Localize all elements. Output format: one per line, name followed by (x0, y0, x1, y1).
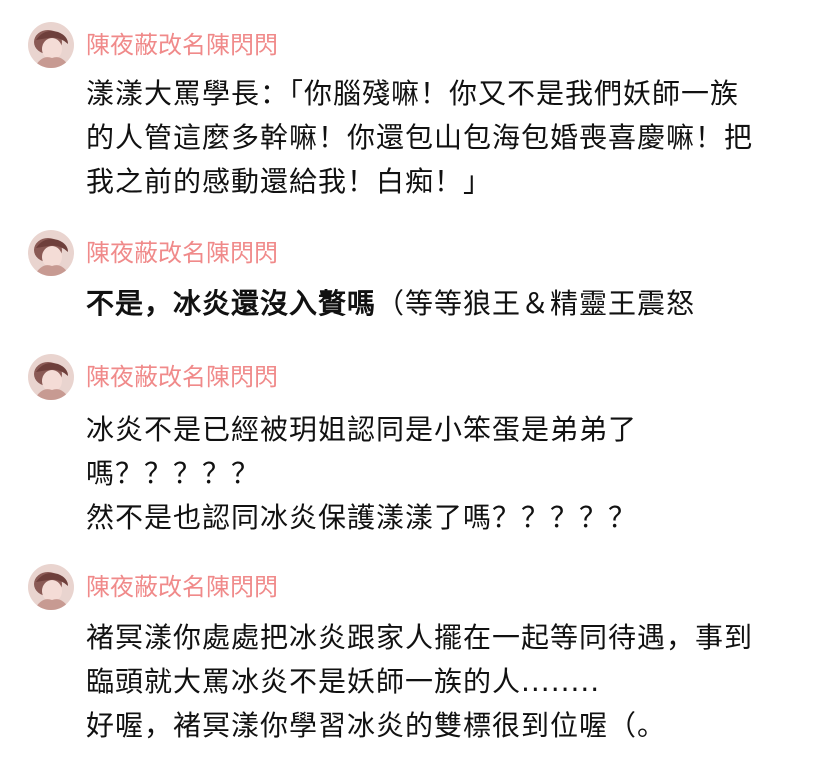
comment-text: 漾漾大罵學長：「你腦殘嘛！你又不是我們妖師一族 的人管這麼多幹嘛！你還包山包海包… (86, 72, 796, 204)
comment-text: 褚冥漾你處處把冰炎跟家人擺在一起等同待遇，事到 臨頭就大罵冰炎不是妖師一族的人.… (86, 616, 796, 748)
comment-line: 冰炎不是已經被玥姐認同是小笨蛋是弟弟了 (86, 413, 638, 446)
avatar[interactable] (28, 354, 74, 400)
avatar[interactable] (28, 22, 74, 68)
comment-bold-text: 不是，冰炎還沒入贅嗎 (86, 287, 377, 320)
comment-line: 褚冥漾你處處把冰炎跟家人擺在一起等同待遇，事到 (86, 621, 754, 654)
username[interactable]: 陳夜蔽改名陳閃閃 (86, 238, 278, 268)
comment-line: 不是，冰炎還沒入贅嗎（等等狼王＆精靈王震怒 (86, 282, 796, 326)
comment-line: 的人管這麼多幹嘛！你還包山包海包婚喪喜慶嘛！把 (86, 121, 754, 154)
comment-line: 漾漾大罵學長：「你腦殘嘛！你又不是我們妖師一族 (86, 77, 740, 110)
avatar[interactable] (28, 564, 74, 610)
comment-line: 臨頭就大罵冰炎不是妖師一族的人........ (86, 665, 601, 698)
comment-normal-text: （等等狼王＆精靈王震怒 (376, 287, 696, 320)
comment-line: 好喔，褚冥漾你學習冰炎的雙標很到位喔（。 (86, 709, 667, 742)
comment-text: 冰炎不是已經被玥姐認同是小笨蛋是弟弟了 嗎？？？？？ 然不是也認同冰炎保護漾漾了… (86, 408, 796, 540)
username[interactable]: 陳夜蔽改名陳閃閃 (86, 572, 278, 602)
user-avatar-icon (28, 354, 74, 400)
comment-text: 不是，冰炎還沒入贅嗎（等等狼王＆精靈王震怒 (86, 282, 796, 326)
user-avatar-icon (28, 230, 74, 276)
username[interactable]: 陳夜蔽改名陳閃閃 (86, 362, 278, 392)
comment-line: 然不是也認同冰炎保護漾漾了嗎？？？？？ (86, 501, 638, 534)
user-avatar-icon (28, 22, 74, 68)
avatar[interactable] (28, 230, 74, 276)
comment-line: 我之前的感動還給我！白痴！」 (86, 165, 493, 198)
comment-line: 嗎？？？？？ (86, 457, 261, 490)
username[interactable]: 陳夜蔽改名陳閃閃 (86, 30, 278, 60)
user-avatar-icon (28, 564, 74, 610)
